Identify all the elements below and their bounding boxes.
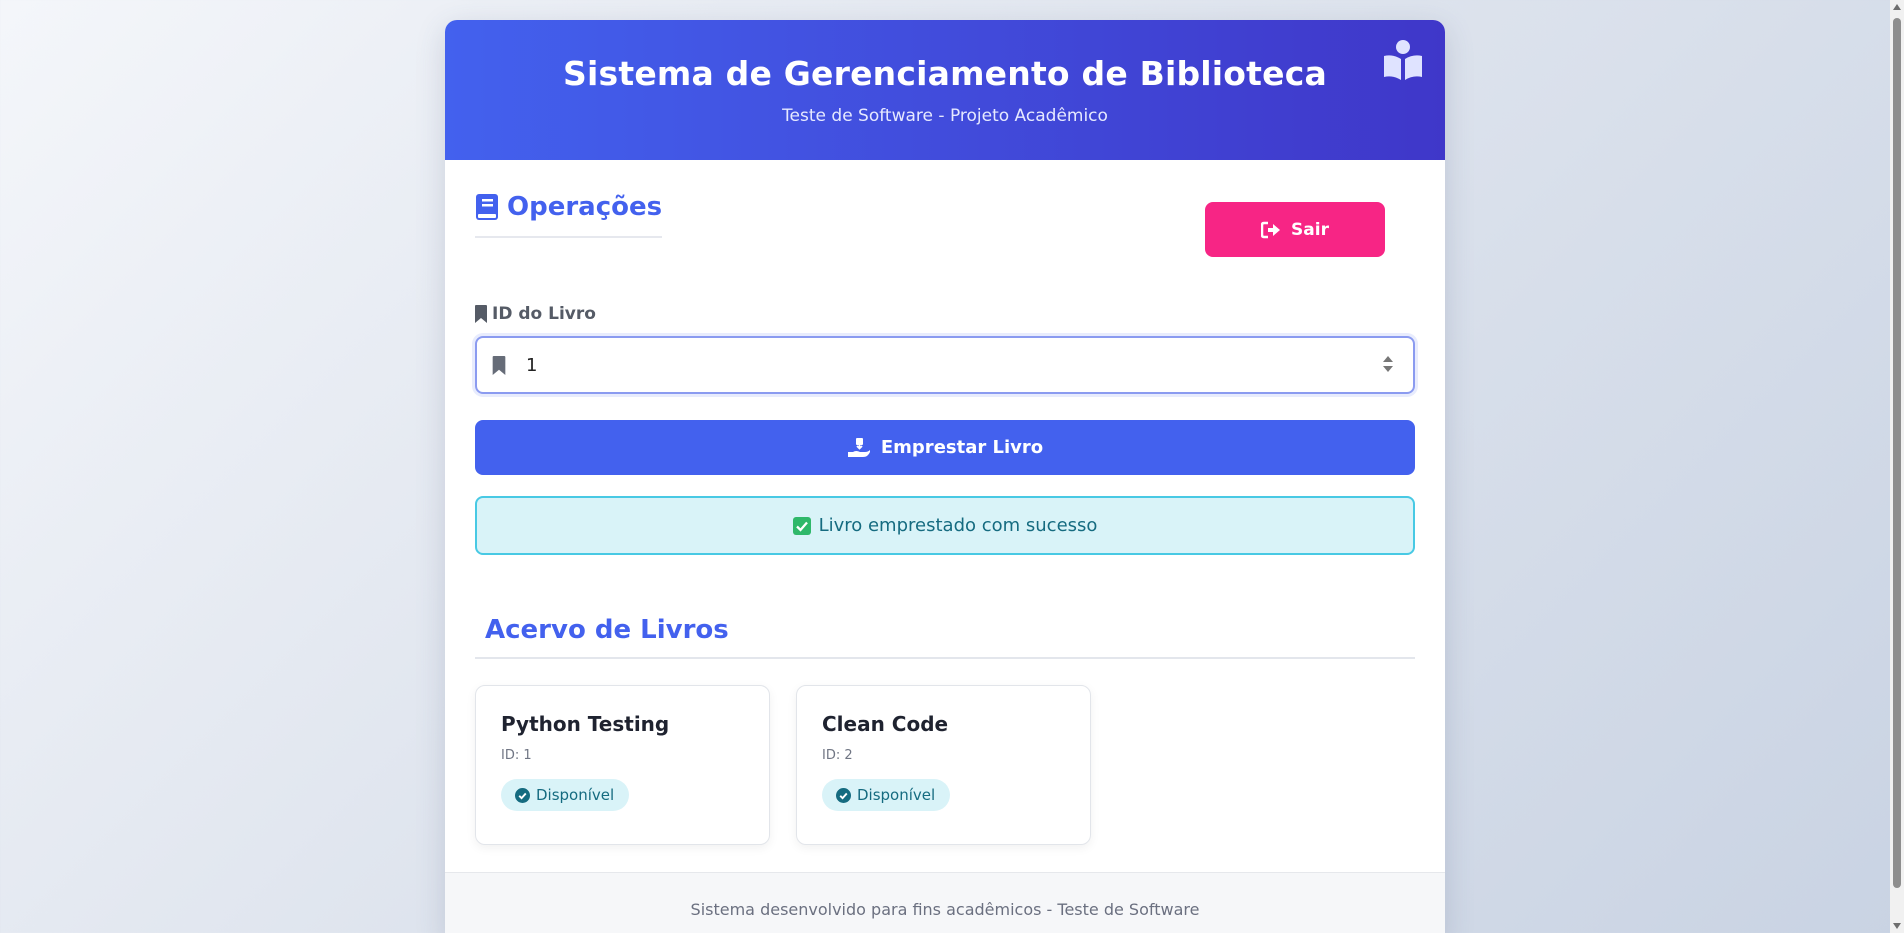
bookmark-icon — [475, 305, 487, 323]
book-title: Python Testing — [501, 712, 670, 736]
book-card[interactable]: Clean Code ID: 2 Disponível — [796, 685, 1091, 845]
operations-header: Operações Sair — [475, 160, 1415, 305]
alert-message: Livro emprestado com sucesso — [818, 515, 1098, 536]
check-circle-icon — [515, 787, 530, 803]
status-badge: Disponível — [501, 779, 630, 811]
book-title: Clean Code — [822, 712, 949, 736]
header: Sistema de Gerenciamento de Biblioteca T… — [445, 20, 1445, 160]
scroll-down-icon[interactable] — [1893, 923, 1901, 929]
page-subtitle: Teste de Software - Projeto Acadêmico — [782, 106, 1108, 126]
book-id-label: ID do Livro — [475, 302, 1415, 326]
stepper-down-icon[interactable] — [1383, 366, 1393, 372]
book-id: ID: 2 — [822, 748, 853, 763]
lend-book-button[interactable]: Emprestar Livro — [475, 420, 1415, 475]
status-text: Disponível — [857, 786, 936, 804]
book-icon — [476, 194, 498, 220]
operations-title-text: Operações — [507, 192, 663, 222]
bookmark-icon — [492, 355, 506, 375]
book-id: ID: 1 — [501, 748, 532, 763]
check-square-icon — [792, 516, 811, 535]
scrollbar-thumb[interactable] — [1893, 18, 1901, 888]
number-stepper[interactable] — [1383, 356, 1393, 372]
app-container: Sistema de Gerenciamento de Biblioteca T… — [445, 20, 1445, 933]
book-id-input[interactable] — [526, 354, 1398, 376]
stepper-up-icon[interactable] — [1383, 356, 1393, 362]
scroll-up-icon[interactable] — [1893, 4, 1901, 10]
status-badge: Disponível — [822, 779, 951, 811]
logout-label: Sair — [1291, 219, 1329, 240]
book-card[interactable]: Python Testing ID: 1 Disponível — [475, 685, 770, 845]
collection-title: Acervo de Livros — [475, 615, 1415, 659]
logout-button[interactable]: Sair — [1205, 202, 1385, 257]
hand-holding-icon — [847, 437, 870, 457]
operations-title: Operações — [475, 192, 663, 238]
sign-out-icon — [1261, 221, 1281, 238]
footer-text: Sistema desenvolvido para fins acadêmico… — [690, 900, 1200, 919]
book-reader-icon — [1384, 40, 1422, 80]
vertical-scrollbar[interactable] — [1890, 0, 1904, 933]
book-id-field[interactable] — [475, 336, 1415, 394]
success-alert: Livro emprestado com sucesso — [475, 496, 1415, 555]
main-content: Operações Sair ID do Livro 1 Emprestar L… — [445, 160, 1445, 845]
book-list: Python Testing ID: 1 Disponível Clean Co… — [475, 685, 1415, 845]
check-circle-icon — [836, 787, 851, 803]
lend-book-label: Emprestar Livro — [880, 437, 1044, 458]
status-text: Disponível — [536, 786, 615, 804]
page-title: Sistema de Gerenciamento de Biblioteca — [563, 54, 1327, 93]
book-id-label-text: ID do Livro — [492, 304, 596, 324]
footer: Sistema desenvolvido para fins acadêmico… — [445, 872, 1445, 933]
